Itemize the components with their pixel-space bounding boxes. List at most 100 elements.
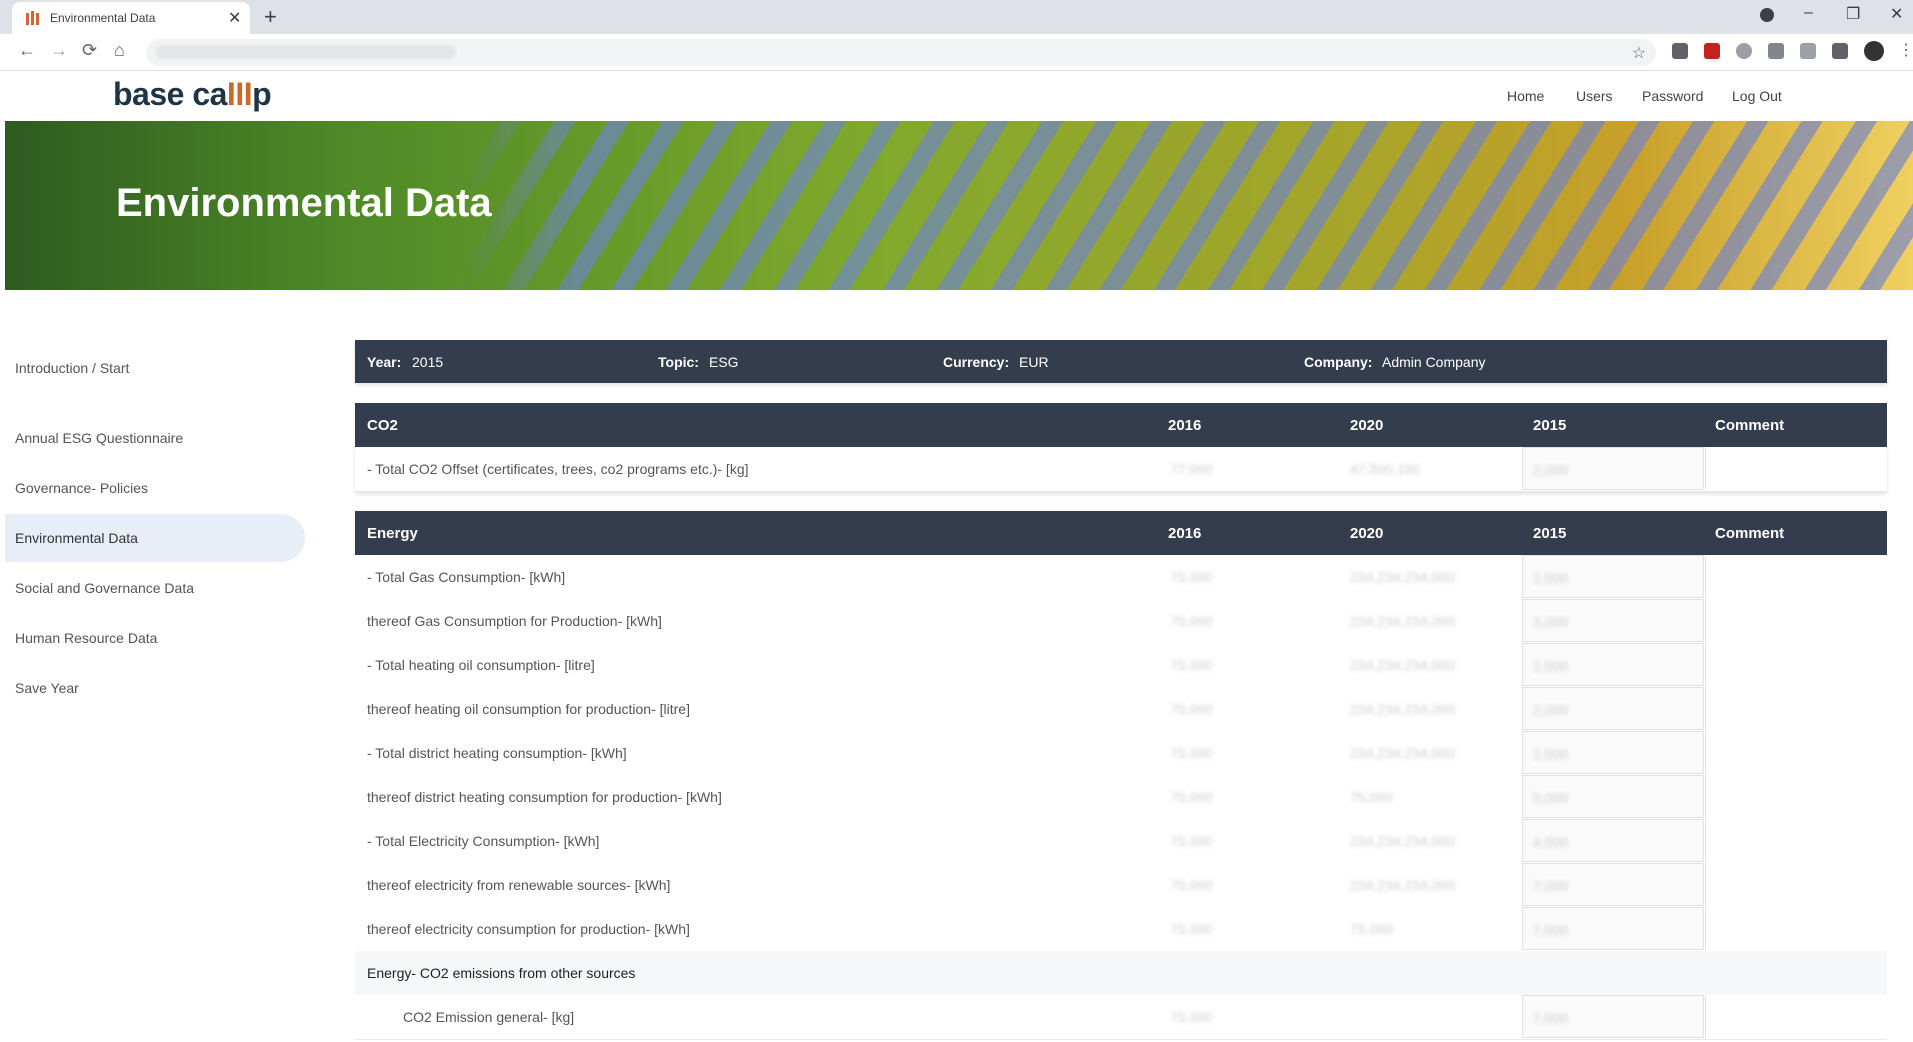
table-row: - Total Gas Consumption- [kWh] 75,000 23… (355, 555, 1887, 600)
input-value: 2,000 (1533, 746, 1569, 762)
table-row: - Total CO2 Offset (certificates, trees,… (355, 447, 1887, 492)
topic-value: ESG (709, 354, 739, 370)
sidebar-item-human-resource[interactable]: Human Resource Data (5, 614, 305, 662)
value-2020: 234,234,234,000 (1350, 657, 1456, 673)
topic-label: Topic: (658, 354, 699, 370)
row-label: thereof Gas Consumption for Production- … (367, 613, 662, 629)
sidebar-item-save-year[interactable]: Save Year (5, 664, 305, 712)
col-2016: 2016 (1168, 525, 1202, 542)
nav-logout-link[interactable]: Log Out (1732, 88, 1782, 104)
input-value: 2,000 (1533, 702, 1569, 718)
favicon-icon (26, 11, 42, 25)
minimize-icon[interactable]: – (1804, 4, 1813, 22)
sidebar-item-social-governance[interactable]: Social and Governance Data (5, 564, 305, 612)
sidebar-item-environmental[interactable]: Environmental Data (5, 514, 305, 562)
value-2020: 234,234,234,000 (1350, 701, 1456, 717)
col-2016: 2016 (1168, 417, 1202, 434)
col-2020: 2020 (1350, 525, 1384, 542)
comment-field[interactable] (1705, 775, 1887, 818)
tab-close-icon[interactable]: ✕ (228, 8, 241, 28)
value-2016: 75,000 (1170, 613, 1213, 629)
input-2015[interactable]: 5,000 (1522, 775, 1704, 818)
col-2020: 2020 (1350, 417, 1384, 434)
browser-tab[interactable]: Environmental Data ✕ (12, 2, 250, 34)
comment-field[interactable] (1705, 555, 1887, 598)
table-row: thereof electricity from renewable sourc… (355, 863, 1887, 908)
input-2015[interactable]: 2,000 (1522, 555, 1704, 598)
input-value: 2,000 (1533, 570, 1569, 586)
new-tab-icon[interactable]: + (264, 4, 277, 30)
pdf-extension-icon[interactable] (1704, 43, 1720, 59)
input-2015[interactable]: 2,000 (1522, 687, 1704, 730)
bookmark-star-icon[interactable]: ☆ (1632, 43, 1646, 63)
input-2015[interactable]: 2,000 (1522, 643, 1704, 686)
browser-toolbar: ← → ⟳ ⌂ ☆ ⋮ (0, 34, 1913, 71)
value-2020: 47,500,190 (1350, 461, 1421, 477)
input-2015[interactable]: 3,000 (1522, 599, 1704, 642)
sidebar-item-annual-esg[interactable]: Annual ESG Questionnaire (5, 414, 305, 462)
nav-password-link[interactable]: Password (1642, 88, 1703, 104)
value-2016: 75,000 (1170, 877, 1213, 893)
value-2016: 75,000 (1170, 833, 1213, 849)
cast-icon[interactable] (1800, 43, 1816, 59)
logo-mark: III (226, 76, 253, 112)
logo-text: p (252, 76, 272, 112)
reload-icon[interactable]: ⟳ (82, 40, 97, 61)
address-bar[interactable]: ☆ (146, 39, 1656, 66)
row-label: - Total Electricity Consumption- [kWh] (367, 833, 600, 849)
row-label: thereof heating oil consumption for prod… (367, 701, 690, 717)
co2-section-header: CO2 2016 2020 2015 Comment (355, 403, 1887, 447)
value-2016: 75,000 (1170, 657, 1213, 673)
input-value: 3,000 (1533, 614, 1569, 630)
comment-field[interactable] (1705, 819, 1887, 862)
forward-icon[interactable]: → (50, 40, 68, 61)
col-2015: 2015 (1533, 417, 1567, 434)
nav-home-link[interactable]: Home (1507, 88, 1544, 104)
browser-tab-bar: Environmental Data ✕ + – ❐ ✕ (0, 0, 1913, 34)
table-row: thereof electricity consumption for prod… (355, 907, 1887, 952)
puzzle-icon[interactable] (1832, 43, 1848, 59)
extension-icon[interactable] (1672, 43, 1688, 59)
comment-field[interactable] (1705, 731, 1887, 774)
value-2016: 75,000 (1170, 701, 1213, 717)
input-2015[interactable]: 2,000 (1522, 447, 1704, 490)
sidebar-item-governance[interactable]: Governance- Policies (5, 464, 305, 512)
row-label: CO2 Emission general- [kg] (403, 1009, 575, 1025)
input-2015[interactable]: 4,000 (1522, 819, 1704, 862)
energy-section-header: Energy 2016 2020 2015 Comment (355, 511, 1887, 555)
profile-dropdown-icon[interactable] (1760, 8, 1774, 22)
basecamp-logo[interactable]: base caIIIp (113, 76, 272, 113)
comment-field[interactable] (1705, 995, 1887, 1038)
comment-field[interactable] (1705, 447, 1887, 490)
comment-field[interactable] (1705, 687, 1887, 730)
comment-field[interactable] (1705, 643, 1887, 686)
value-2020: 234,234,234,000 (1350, 569, 1456, 585)
home-icon[interactable]: ⌂ (114, 40, 125, 61)
value-2020: 234,234,234,000 (1350, 745, 1456, 761)
extension-icon[interactable] (1736, 43, 1752, 59)
input-2015[interactable]: 7,000 (1522, 907, 1704, 950)
row-label: thereof district heating consumption for… (367, 789, 722, 805)
tab-title: Environmental Data (50, 11, 156, 25)
comment-field[interactable] (1705, 907, 1887, 950)
sidebar-item-introduction[interactable]: Introduction / Start (5, 344, 305, 392)
input-2015[interactable]: 7,000 (1522, 863, 1704, 906)
nav-users-link[interactable]: Users (1576, 88, 1613, 104)
company-label: Company: (1304, 354, 1373, 370)
currency-label: Currency: (943, 354, 1010, 370)
value-2020: 75,000 (1350, 789, 1393, 805)
restore-icon[interactable]: ❐ (1846, 4, 1860, 24)
input-2015[interactable]: 2,000 (1522, 731, 1704, 774)
input-2015[interactable]: 7,000 (1522, 995, 1704, 1038)
window-close-icon[interactable]: ✕ (1890, 4, 1903, 24)
row-label: thereof electricity consumption for prod… (367, 921, 690, 937)
back-icon[interactable]: ← (18, 40, 36, 61)
comment-field[interactable] (1705, 599, 1887, 642)
value-2016: 75,000 (1170, 569, 1213, 585)
table-row: thereof heating oil consumption for prod… (355, 687, 1887, 732)
comment-field[interactable] (1705, 863, 1887, 906)
menu-kebab-icon[interactable]: ⋮ (1898, 40, 1913, 60)
avatar[interactable] (1864, 41, 1884, 61)
extension-icon[interactable] (1768, 43, 1784, 59)
logo-text: base ca (113, 76, 227, 112)
